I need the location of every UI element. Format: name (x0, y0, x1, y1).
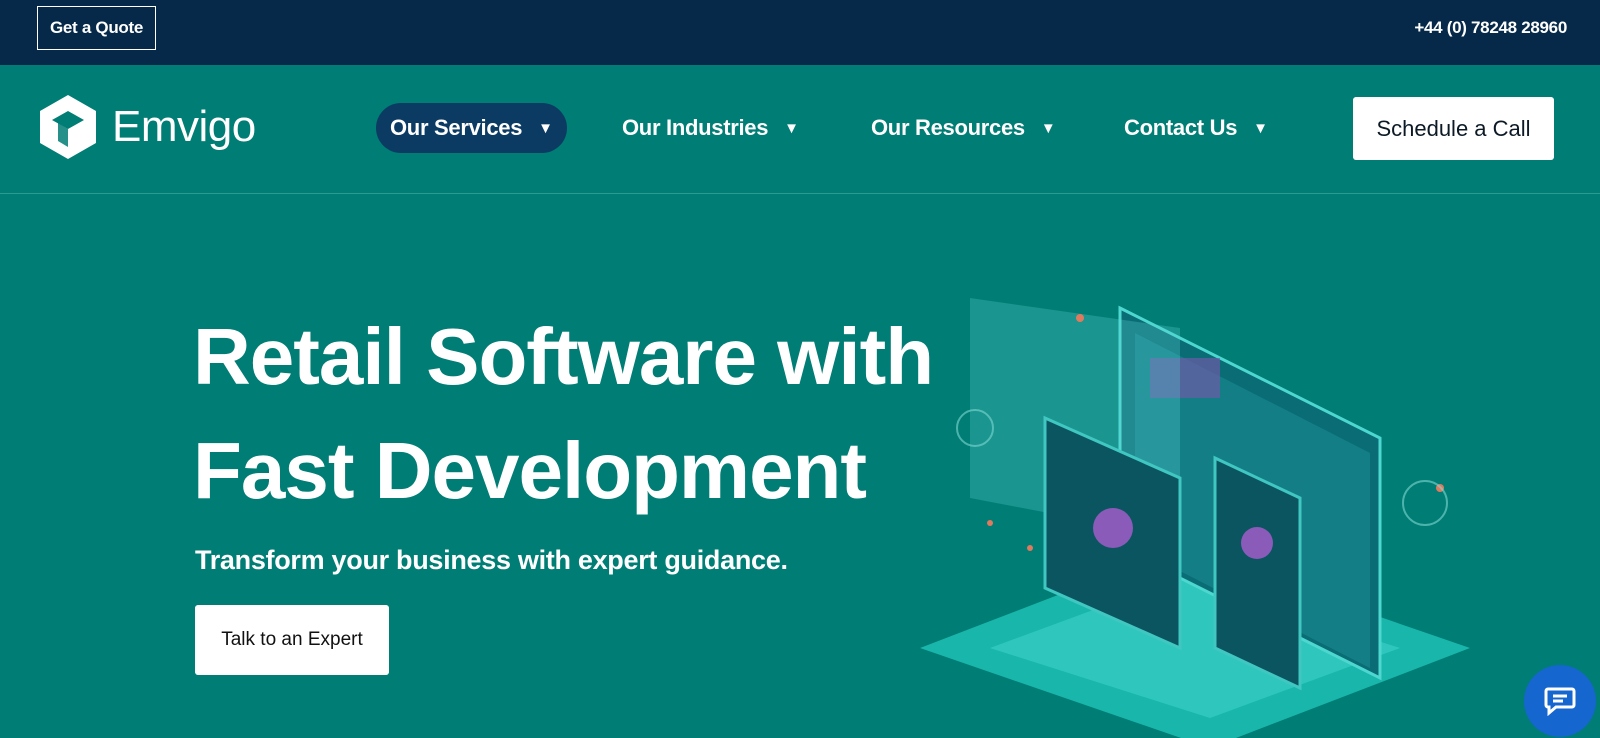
nav-item-label: Our Services (390, 115, 523, 140)
caret-down-icon: ▼ (1253, 119, 1268, 137)
chat-button[interactable] (1524, 665, 1596, 737)
phone-pie-chart (1241, 527, 1273, 559)
nav-item-label: Contact Us (1124, 115, 1238, 140)
nav-item-our-services[interactable]: Our Services ▼ (376, 103, 567, 153)
top-bar: Get a Quote +44 (0) 78248 28960 (0, 0, 1600, 65)
caret-down-icon: ▼ (784, 119, 799, 137)
caret-down-icon: ▼ (538, 119, 553, 137)
chat-bubble-icon (1544, 687, 1576, 716)
brand-logo[interactable]: Emvigo (38, 93, 256, 161)
get-a-quote-button[interactable]: Get a Quote (37, 6, 156, 50)
phone-device (1213, 455, 1302, 691)
phone-number-link[interactable]: +44 (0) 78248 28960 (1414, 18, 1567, 38)
talk-to-an-expert-button[interactable]: Talk to an Expert (195, 605, 389, 675)
brand-name: Emvigo (112, 102, 256, 151)
nav-item-contact-us[interactable]: Contact Us ▼ (1124, 103, 1268, 153)
devices-illustration (920, 298, 1470, 738)
nav-item-our-resources[interactable]: Our Resources ▼ (871, 103, 1056, 153)
nav-item-label: Our Resources (871, 115, 1025, 140)
hero-subtitle: Transform your business with expert guid… (195, 545, 788, 575)
sparkle (987, 520, 993, 526)
schedule-a-call-button[interactable]: Schedule a Call (1353, 97, 1554, 160)
cloud-icon-ring (1402, 480, 1448, 526)
nav-item-label: Our Industries (622, 115, 769, 140)
nav-item-our-industries[interactable]: Our Industries ▼ (622, 103, 799, 153)
sparkle (1027, 545, 1033, 551)
emvigo-cube-logo-icon (40, 95, 96, 159)
caret-down-icon: ▼ (1040, 119, 1056, 137)
tablet-pie-chart (1093, 508, 1133, 548)
main-navigation: Emvigo Our Services ▼ Our Industries ▼ O… (0, 65, 1600, 194)
sparkle (1076, 314, 1084, 322)
